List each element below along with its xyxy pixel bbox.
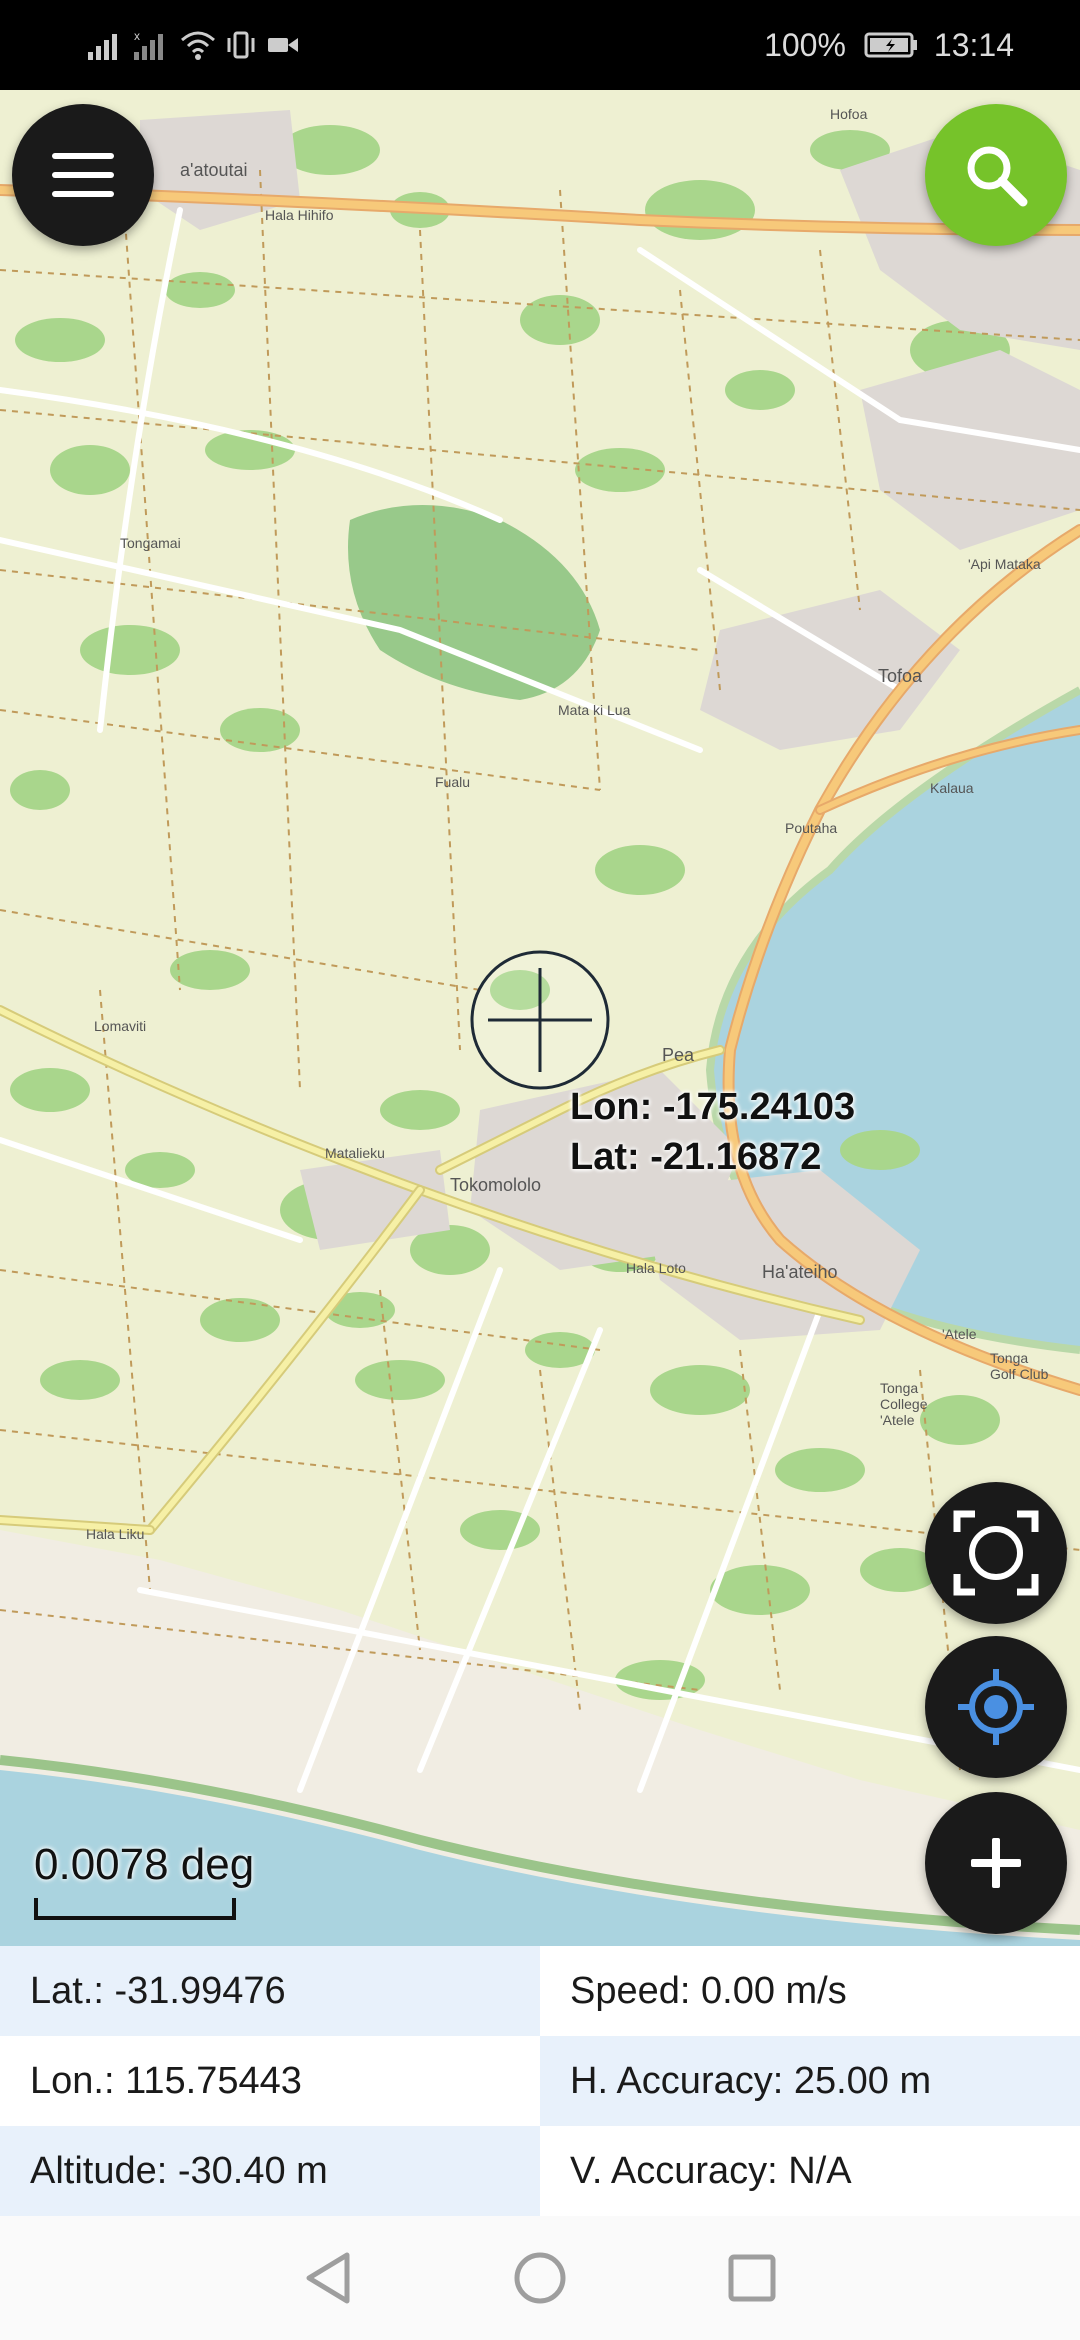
plus-icon bbox=[971, 1838, 1021, 1888]
clock: 13:14 bbox=[933, 26, 1014, 63]
add-button[interactable] bbox=[925, 1792, 1067, 1934]
altitude-value: Altitude: -30.40 m bbox=[0, 2126, 540, 2216]
status-icons: x bbox=[88, 30, 300, 60]
crosshair-lon-label: Lon: -175.24103 bbox=[570, 1086, 856, 1128]
fullscreen-icon bbox=[953, 1510, 1039, 1596]
horizontal-accuracy-value: H. Accuracy: 25.00 m bbox=[540, 2036, 1080, 2126]
signal-2-icon: x bbox=[134, 30, 163, 60]
longitude-value: Lon.: 115.75443 bbox=[0, 2036, 540, 2126]
fullscreen-button[interactable] bbox=[925, 1482, 1067, 1624]
map-view[interactable]: a'atoutai Hala Hihifo Hofoa Tongamai Tof… bbox=[0, 90, 1080, 1946]
status-bar: x 100% 13:14 bbox=[0, 0, 1080, 90]
speed-value: Speed: 0.00 m/s bbox=[540, 1946, 1080, 2036]
latitude-value: Lat.: -31.99476 bbox=[0, 1946, 540, 2036]
vibrate-icon bbox=[227, 31, 255, 59]
crosshair-target bbox=[470, 950, 610, 1090]
search-icon bbox=[967, 146, 1028, 207]
scale-label: 0.0078 deg bbox=[34, 1840, 255, 1889]
my-location-icon bbox=[958, 1669, 1034, 1745]
back-icon[interactable] bbox=[303, 2251, 353, 2305]
search-button[interactable] bbox=[925, 104, 1067, 246]
signal-icon bbox=[88, 34, 117, 60]
vertical-accuracy-value: V. Accuracy: N/A bbox=[540, 2126, 1080, 2216]
home-icon[interactable] bbox=[513, 2251, 567, 2305]
location-info-panel: Lat.: -31.99476 Speed: 0.00 m/s Lon.: 11… bbox=[0, 1946, 1080, 2216]
scale-bar bbox=[34, 1898, 236, 1920]
battery-percentage: 100% bbox=[764, 26, 846, 63]
menu-button[interactable] bbox=[12, 104, 154, 246]
battery-icon bbox=[864, 32, 917, 58]
crosshair-lat-label: Lat: -21.16872 bbox=[570, 1136, 822, 1178]
recents-icon[interactable] bbox=[727, 2253, 777, 2303]
status-right: 100% 13:14 bbox=[764, 27, 1014, 64]
menu-icon bbox=[52, 153, 114, 197]
system-nav-bar bbox=[0, 2216, 1080, 2340]
wifi-icon bbox=[181, 31, 215, 60]
svg-text:x: x bbox=[134, 30, 140, 43]
my-location-button[interactable] bbox=[925, 1636, 1067, 1778]
video-icon bbox=[268, 38, 298, 52]
